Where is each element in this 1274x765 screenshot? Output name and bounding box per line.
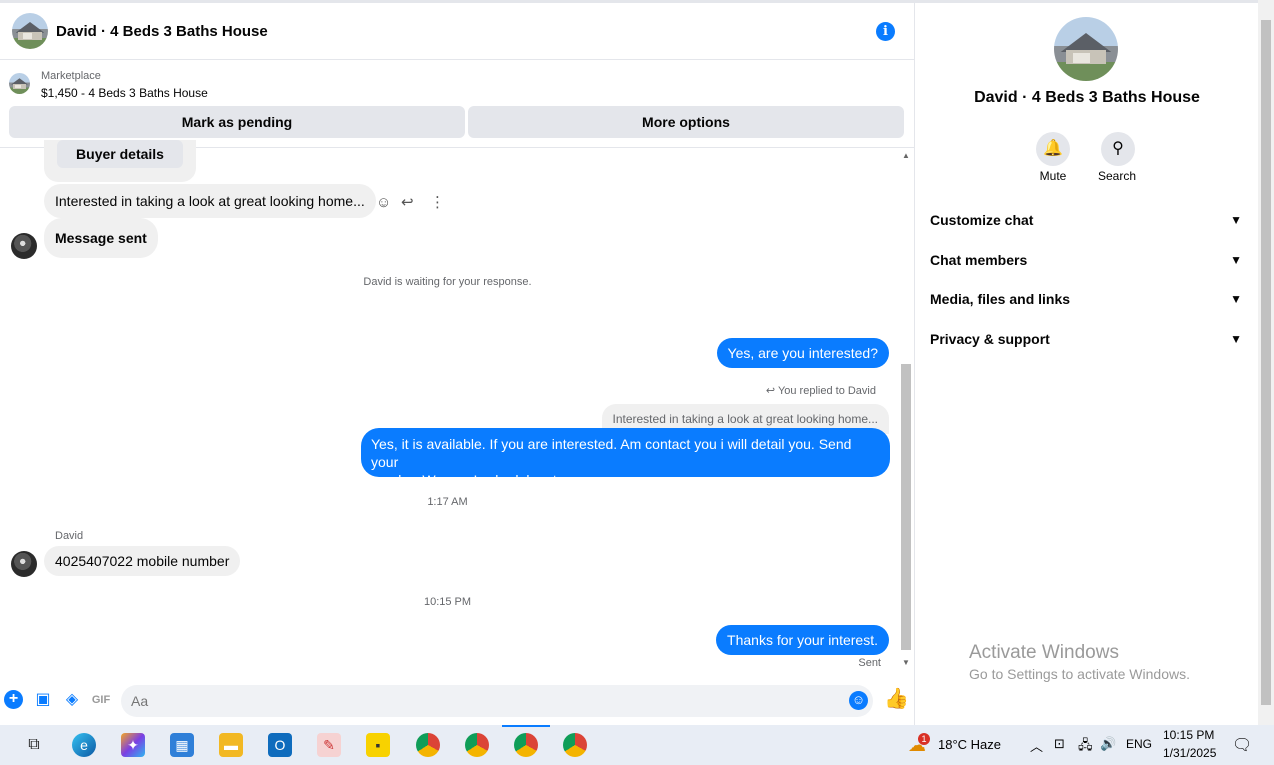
sticky-notes-icon[interactable]: ▪ — [366, 733, 390, 757]
menu-label: Customize chat — [930, 212, 1034, 228]
mute-label[interactable]: Mute — [1023, 169, 1083, 183]
menu-label: Chat members — [930, 252, 1028, 268]
search-label[interactable]: Search — [1087, 169, 1147, 183]
listing-thumbnail[interactable] — [9, 73, 30, 94]
scroll-down-icon[interactable]: ▼ — [901, 658, 911, 667]
buyer-details-button[interactable]: Buyer details — [57, 140, 183, 168]
incoming-message[interactable]: Interested in taking a look at great loo… — [44, 184, 376, 218]
listing-banner: Marketplace $1,450 - 4 Beds 3 Baths Hous… — [0, 60, 915, 148]
message-input-box[interactable]: ☺ — [121, 685, 873, 717]
bell-icon[interactable]: 🔔 — [1036, 132, 1070, 166]
app-window: David · 4 Beds 3 Baths House i Marketpla… — [0, 0, 1274, 765]
chat-info-panel: David · 4 Beds 3 Baths House 🔔 Mute ⚲ Se… — [916, 3, 1258, 725]
reply-indicator: ↩ You replied to David — [766, 384, 876, 397]
chevron-down-icon: ▼ — [1230, 292, 1242, 306]
menu-label: Media, files and links — [930, 291, 1071, 307]
menu-label: Privacy & support — [930, 331, 1050, 347]
waiting-status: David is waiting for your response. — [363, 276, 532, 288]
react-icon[interactable]: ☺ — [376, 194, 391, 211]
chevron-up-icon[interactable]: ︿ — [1030, 736, 1043, 755]
composer: + ▣ ◈ GIF ☺ 👍 — [0, 685, 915, 725]
task-view-icon[interactable]: ⧉ — [22, 733, 46, 757]
network-icon[interactable]: 🖧 — [1078, 736, 1093, 758]
incoming-message[interactable]: 4025407022 mobile number — [44, 546, 241, 576]
chrome-icon[interactable] — [465, 733, 489, 757]
page-scroll-thumb[interactable] — [1261, 20, 1271, 705]
profile-name: David · 4 Beds 3 Baths House — [974, 89, 1200, 106]
reply-icon: ↩ — [765, 385, 776, 397]
message-input[interactable] — [131, 691, 831, 711]
message-text-line: Yes, it is available. If you are interes… — [371, 436, 852, 470]
outlook-icon[interactable]: O — [268, 733, 292, 757]
search-icon[interactable]: ⚲ — [1101, 132, 1135, 166]
clock-date[interactable]: 1/31/2025 — [1163, 746, 1216, 760]
edge-icon[interactable]: e — [72, 733, 96, 757]
more-vertical-icon[interactable]: ⋮ — [430, 193, 445, 211]
timestamp: 10:15 PM — [423, 596, 472, 608]
info-icon[interactable]: i — [876, 22, 895, 41]
contact-avatar[interactable] — [12, 13, 48, 49]
store-icon[interactable]: ▦ — [170, 733, 194, 757]
listing-title[interactable]: $1,450 - 4 Beds 3 Baths House — [41, 86, 208, 100]
page-scrollbar[interactable] — [1258, 0, 1274, 725]
gif-icon[interactable]: GIF — [91, 690, 111, 710]
chrome-icon[interactable] — [416, 733, 440, 757]
incoming-message[interactable]: Message sent — [44, 218, 158, 258]
activation-watermark-text: Go to Settings to activate Windows. — [969, 666, 1190, 682]
timestamp: 1:17 AM — [427, 496, 468, 508]
marketplace-label: Marketplace — [41, 70, 101, 82]
menu-customize-chat[interactable]: Customize chat ▼ — [930, 208, 1242, 232]
sent-status: Sent — [858, 657, 881, 669]
chat-header: David · 4 Beds 3 Baths House i — [0, 3, 915, 60]
chat-scrollbar[interactable]: ▲ ▼ — [899, 151, 913, 669]
chevron-down-icon: ▼ — [1230, 253, 1242, 267]
thumbs-up-icon[interactable]: 👍 — [884, 689, 909, 709]
chrome-icon[interactable] — [563, 733, 587, 757]
sender-avatar[interactable] — [11, 551, 37, 577]
reply-indicator-text: You replied to David — [777, 385, 876, 397]
chevron-down-icon: ▼ — [1230, 332, 1242, 346]
chat-title[interactable]: David · 4 Beds 3 Baths House — [56, 23, 268, 40]
taskbar: ⧉ e ✦ ▦ ▬ O ✎ ▪ ☁ 1 18°C Haze ︿ ⊡ 🖧 🔊 EN… — [0, 725, 1274, 765]
plus-icon[interactable]: + — [4, 690, 23, 709]
message-text-line: numbar We can I schedule a tour. — [371, 472, 581, 488]
copilot-icon[interactable]: ✦ — [121, 733, 145, 757]
outgoing-message[interactable]: Thanks for your interest. — [716, 625, 889, 655]
clock-time[interactable]: 10:15 PM — [1163, 728, 1214, 742]
reply-icon[interactable]: ↩ — [401, 193, 414, 211]
paint-icon[interactable]: ✎ — [317, 733, 341, 757]
file-explorer-icon[interactable]: ▬ — [219, 733, 243, 757]
scroll-up-icon[interactable]: ▲ — [901, 151, 911, 160]
chat-pane: David · 4 Beds 3 Baths House i Marketpla… — [0, 3, 915, 725]
mark-pending-button[interactable]: Mark as pending — [9, 106, 465, 138]
sender-name: David — [55, 530, 84, 542]
sticker-icon[interactable]: ◈ — [62, 690, 82, 710]
outgoing-message[interactable]: Yes, it is available. If you are interes… — [361, 428, 890, 488]
weather-badge: 1 — [918, 733, 930, 745]
menu-privacy-support[interactable]: Privacy & support ▼ — [930, 327, 1242, 351]
chevron-down-icon: ▼ — [1230, 213, 1242, 227]
activation-watermark-title: Activate Windows — [969, 642, 1119, 663]
notification-icon[interactable]: 🗨 — [1232, 735, 1252, 755]
menu-chat-members[interactable]: Chat members ▼ — [930, 248, 1242, 272]
volume-icon[interactable]: 🔊 — [1100, 736, 1116, 752]
meet-icon[interactable]: ⊡ — [1054, 736, 1065, 752]
scroll-thumb[interactable] — [901, 364, 911, 650]
language-indicator[interactable]: ENG — [1126, 737, 1152, 751]
photo-icon[interactable]: ▣ — [33, 690, 53, 710]
outgoing-message[interactable]: Yes, are you interested? — [716, 338, 889, 368]
emoji-icon[interactable]: ☺ — [849, 691, 868, 710]
menu-media-files-links[interactable]: Media, files and links ▼ — [930, 287, 1242, 311]
sender-avatar[interactable] — [11, 233, 37, 259]
chrome-icon-active[interactable] — [514, 733, 538, 757]
profile-avatar[interactable] — [1054, 17, 1118, 81]
buyer-details-card: Buyer details — [44, 140, 196, 182]
weather-text[interactable]: 18°C Haze — [938, 737, 1001, 752]
more-options-button[interactable]: More options — [468, 106, 904, 138]
active-app-indicator — [502, 725, 550, 727]
